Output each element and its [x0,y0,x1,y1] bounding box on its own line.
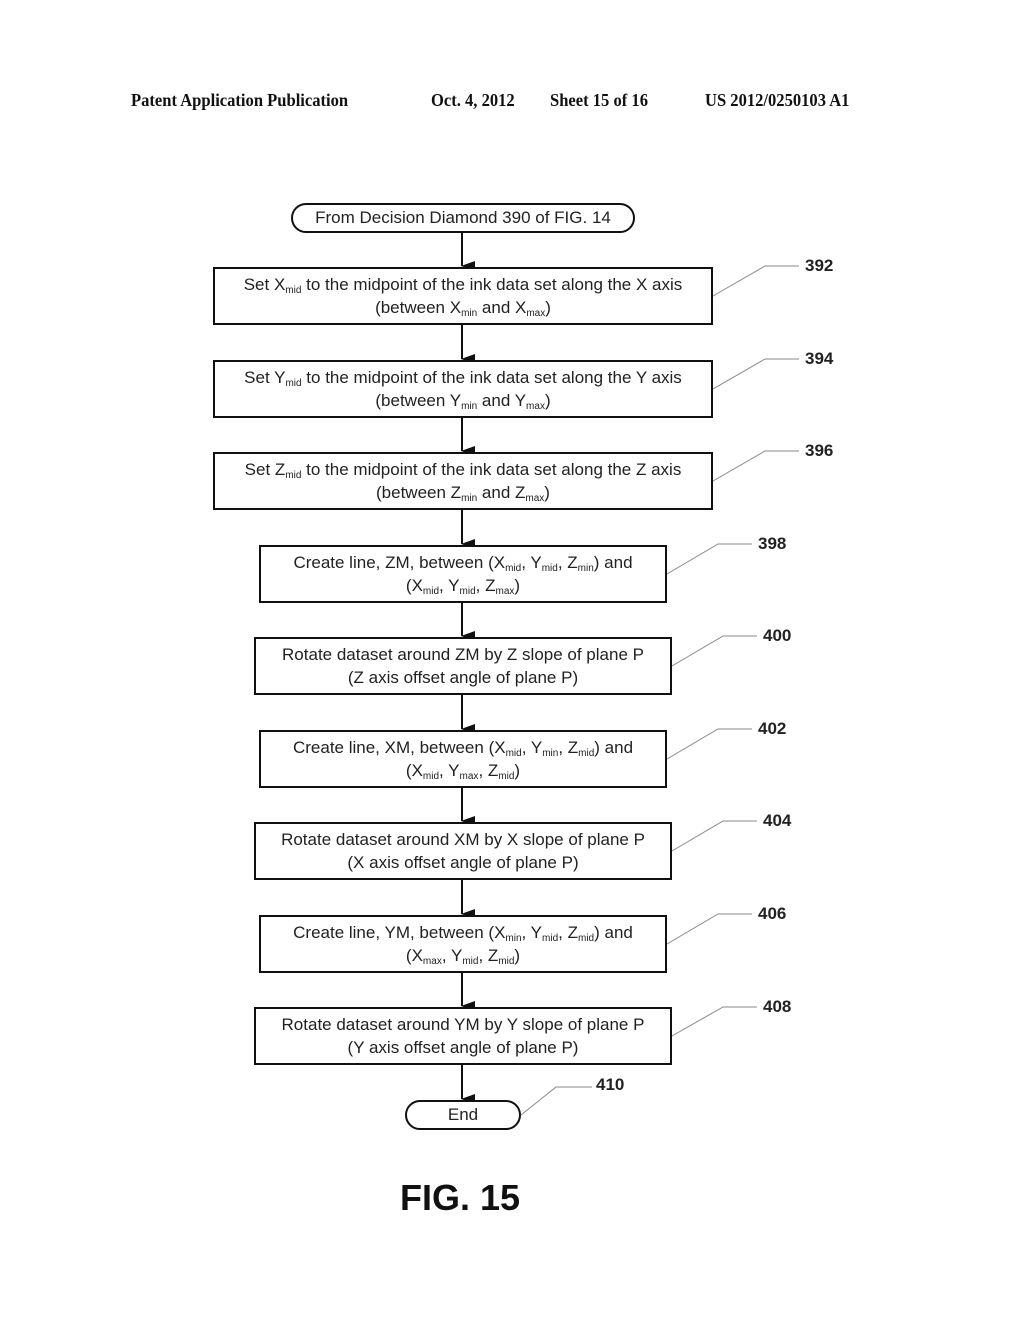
subscript: mid [285,470,302,481]
process-step-408: Rotate dataset around YM by Y slope of p… [254,1007,672,1065]
subscript: min [505,933,522,944]
subscript: min [577,563,594,574]
step-text-line-1: Rotate dataset around XM by X slope of p… [281,830,645,849]
subscript: mid [459,586,476,597]
leader-line [671,635,757,667]
leader-line [666,728,752,760]
subscript: mid [498,771,515,782]
publication-title: Patent Application Publication [131,90,349,110]
reference-number: 408 [763,997,792,1016]
step-text-line-2: (between Ymin and Ymax) [375,391,551,412]
step-text-line-2: (Xmid, Ymid, Zmax) [405,576,521,597]
step-text-line-1: Rotate dataset around ZM by Z slope of p… [282,645,644,664]
leader-line [520,1086,592,1116]
step-text-line-2: (Xmid, Ymax, Zmid) [405,761,521,782]
step-text-line-1: Set Ymid to the midpoint of the ink data… [244,368,682,389]
subscript: max [495,586,515,597]
step-text-line-2: (Z axis offset angle of plane P) [347,668,579,687]
subscript: mid [462,956,479,967]
subscript: mid [578,933,595,944]
step-text-line-2: (between Zmin and Zmax) [376,483,550,504]
reference-number: 400 [763,626,792,645]
reference-number: 392 [805,256,834,275]
reference-number: 398 [758,534,787,553]
reference-number: 402 [758,719,787,738]
step-text-line-1: Create line, YM, between (Xmin, Ymid, Zm… [293,923,633,944]
process-step-400: Rotate dataset around ZM by Z slope of p… [254,637,672,695]
subscript: mid [505,563,522,574]
leader-line [712,358,799,390]
end-label: End [447,1105,479,1124]
subscript: mid [422,586,440,597]
process-step-396: Set Zmid to the midpoint of the ink data… [213,452,713,510]
end-terminal: End [405,1100,521,1130]
step-text-line-1: Set Xmid to the midpoint of the ink data… [243,275,683,296]
reference-number: 406 [758,904,787,923]
subscript: max [422,956,442,967]
process-step-406: Create line, YM, between (Xmin, Ymid, Zm… [259,915,667,973]
leader-line [671,1006,757,1037]
leader-line [671,820,757,852]
step-text-line-2: (between Xmin and Xmax) [375,298,551,319]
subscript: min [461,493,478,504]
subscript: min [461,401,478,412]
subscript: max [526,308,546,319]
start-terminal: From Decision Diamond 390 of FIG. 14 [291,203,635,233]
process-step-394: Set Ymid to the midpoint of the ink data… [213,360,713,418]
subscript: max [459,771,479,782]
reference-number: 410 [596,1075,625,1094]
subscript: mid [285,378,302,389]
leader-line [712,450,799,482]
reference-number: 404 [763,811,792,830]
leader-line [666,543,752,575]
sheet-number: Sheet 15 of 16 [550,90,648,110]
process-step-404: Rotate dataset around XM by X slope of p… [254,822,672,880]
subscript: mid [542,933,559,944]
step-text-line-2: (Xmax, Ymid, Zmid) [405,946,521,967]
subscript: mid [541,563,558,574]
subscript: mid [422,771,440,782]
step-text-line-1: Create line, XM, between (Xmid, Ymin, Zm… [292,738,634,759]
step-text-line-2: (Y axis offset angle of plane P) [347,1038,579,1057]
subscript: max [526,401,545,412]
patent-number: US 2012/0250103 A1 [705,90,850,110]
subscript: mid [578,748,595,759]
reference-number: 396 [805,441,834,460]
process-step-402: Create line, XM, between (Xmid, Ymin, Zm… [259,730,667,788]
reference-number: 394 [805,349,834,368]
leader-line [666,913,752,945]
subscript: min [542,748,559,759]
subscript: mid [505,748,522,759]
subscript: max [525,493,545,504]
publication-date: Oct. 4, 2012 [431,90,515,110]
subscript: mid [498,956,515,967]
figure-label: FIG. 15 [400,1177,521,1218]
step-text-line-1: Set Zmid to the midpoint of the ink data… [244,460,682,481]
leader-line [712,265,799,297]
step-text-line-1: Create line, ZM, between (Xmid, Ymid, Zm… [293,553,633,574]
subscript: mid [285,285,302,296]
subscript: min [461,308,478,319]
step-text-line-1: Rotate dataset around YM by Y slope of p… [281,1015,645,1034]
process-step-392: Set Xmid to the midpoint of the ink data… [213,267,713,325]
process-step-398: Create line, ZM, between (Xmid, Ymid, Zm… [259,545,667,603]
step-text-line-2: (X axis offset angle of plane P) [347,853,579,872]
start-label: From Decision Diamond 390 of FIG. 14 [315,208,611,227]
